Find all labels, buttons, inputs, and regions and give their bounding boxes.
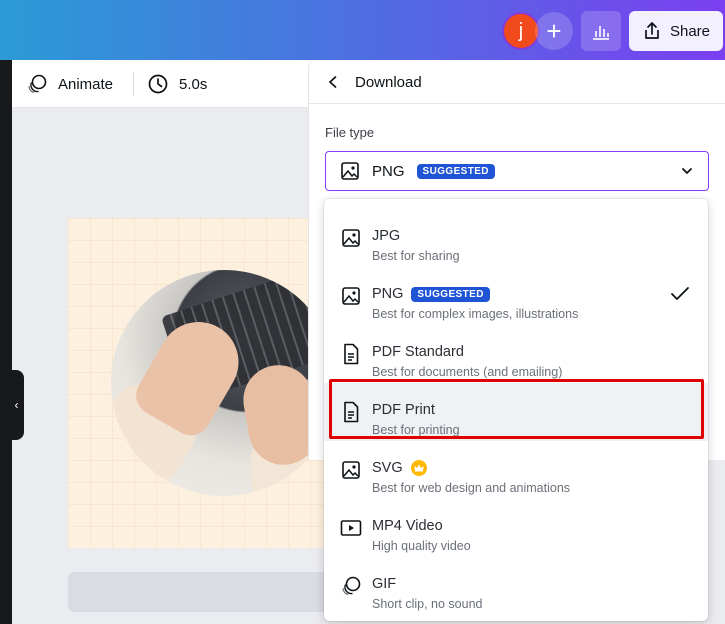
canva-editor: j + Share ‹ Animate 5.0s Download File t…	[0, 0, 725, 624]
option-pdf-standard[interactable]: PDF Standard Best for documents (and ema…	[324, 325, 708, 383]
option-name: JPG	[372, 228, 401, 244]
option-description: Best for documents (and emailing)	[372, 365, 563, 379]
add-collaborator-button[interactable]: +	[535, 12, 573, 50]
share-upload-icon	[645, 22, 659, 39]
option-description: Short clip, no sound	[372, 597, 483, 611]
option-name: PDF Standard	[372, 344, 464, 360]
option-description: Best for web design and animations	[372, 481, 571, 495]
chevron-down-icon	[678, 162, 696, 180]
laptop-photo-circle[interactable]	[111, 270, 337, 496]
suggested-badge: SUGGESTED	[411, 286, 490, 302]
option-svg[interactable]: SVG Best for web design and animations	[324, 441, 708, 499]
share-button[interactable]: Share	[629, 11, 723, 51]
image-icon	[340, 227, 362, 249]
top-header-bar: j + Share	[0, 0, 725, 60]
animate-label: Animate	[58, 75, 114, 93]
share-button-label: Share	[669, 22, 711, 40]
option-png[interactable]: PNG SUGGESTED Best for complex images, i…	[324, 267, 708, 325]
option-description: Best for complex images, illustrations	[372, 307, 579, 321]
option-name: SVG	[372, 459, 427, 477]
bar-chart-icon	[593, 26, 609, 40]
suggested-badge: SUGGESTED	[416, 163, 495, 179]
panel-title: Download	[355, 74, 422, 91]
insights-button[interactable]	[581, 11, 621, 51]
option-name: MP4 Video	[372, 518, 443, 534]
image-icon	[340, 285, 362, 307]
option-gif[interactable]: GIF Short clip, no sound	[324, 557, 708, 615]
gif-icon	[340, 575, 362, 597]
animate-button[interactable]: Animate	[26, 72, 113, 96]
duration-label: 5.0s	[179, 75, 208, 93]
toolbar-divider	[133, 72, 134, 96]
option-jpg[interactable]: JPG Best for sharing	[324, 209, 708, 267]
collapse-sidebar-handle[interactable]: ‹	[9, 370, 24, 440]
add-page-bar[interactable]	[68, 572, 368, 612]
option-mp4-video[interactable]: MP4 Video High quality video	[324, 499, 708, 557]
image-icon	[341, 162, 359, 180]
download-panel-header: Download	[309, 60, 725, 104]
option-description: High quality video	[372, 539, 471, 553]
clock-icon	[148, 74, 168, 94]
highlight-outline	[329, 379, 704, 439]
file-type-label: File type	[325, 125, 375, 140]
option-name: PNG SUGGESTED	[372, 285, 490, 303]
selected-file-type: PNG	[372, 162, 405, 180]
back-button[interactable]	[321, 70, 345, 94]
image-icon	[340, 459, 362, 481]
duration-button[interactable]: 5.0s	[147, 72, 207, 96]
document-icon	[340, 343, 362, 365]
crown-icon	[410, 460, 427, 476]
option-name: GIF	[372, 576, 397, 592]
option-description: Best for sharing	[372, 249, 460, 263]
animate-icon	[28, 74, 47, 94]
chevron-left-icon	[329, 76, 337, 88]
checkmark-icon	[671, 287, 689, 300]
left-sidebar-strip	[0, 60, 12, 624]
video-icon	[340, 517, 362, 539]
file-type-select[interactable]: PNG SUGGESTED	[325, 151, 709, 191]
